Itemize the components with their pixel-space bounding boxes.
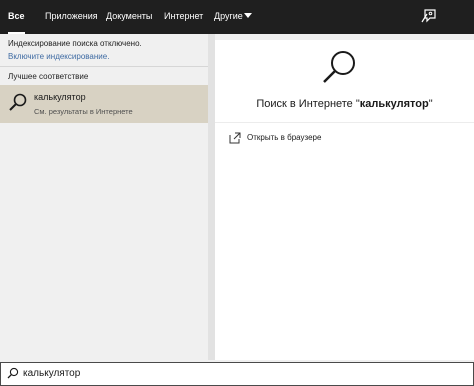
indexing-notice: Индексирование поиска отключено. Включит… (0, 34, 208, 67)
search-input[interactable] (23, 365, 453, 381)
tab-apps-label: Приложения (45, 11, 98, 21)
pane-divider (208, 34, 215, 360)
feedback-icon (421, 9, 436, 23)
search-icon (7, 367, 19, 379)
tab-internet-label: Интернет (164, 11, 204, 21)
web-search-title-prefix: Поиск в Интернете " (256, 98, 360, 110)
tab-other[interactable]: Другие (214, 0, 254, 34)
tab-other-label: Другие (214, 11, 243, 21)
best-match-item[interactable]: калькулятор См. результаты в Интернете (0, 85, 208, 123)
search-icon (9, 93, 27, 111)
web-search-title: Поиск в Интернете "калькулятор" (215, 98, 474, 110)
enable-indexing-link[interactable]: Включите индексирование. (8, 52, 109, 61)
results-pane: Индексирование поиска отключено. Включит… (0, 34, 208, 360)
tab-documents-label: Документы (106, 11, 153, 21)
chevron-down-icon (244, 13, 252, 18)
tab-documents[interactable]: Документы (106, 0, 152, 34)
search-box[interactable] (0, 362, 474, 386)
tab-internet[interactable]: Интернет (164, 0, 203, 34)
web-search-title-suffix: " (428, 98, 433, 110)
indexing-notice-text: Индексирование поиска отключено. (8, 39, 142, 48)
preview-separator (215, 122, 474, 123)
web-search-query: калькулятор (359, 98, 429, 110)
feedback-button[interactable] (421, 8, 437, 24)
best-match-subtitle: См. результаты в Интернете (34, 107, 133, 116)
tab-all[interactable]: Все (8, 0, 25, 34)
preview-pane: Поиск в Интернете "калькулятор" Открыть … (215, 40, 474, 360)
open-in-browser-icon (229, 132, 241, 144)
best-match-heading: Лучшее соответствие (8, 72, 89, 81)
best-match-title: калькулятор (34, 92, 86, 102)
web-search-icon (323, 51, 355, 83)
tab-apps[interactable]: Приложения (45, 0, 98, 34)
open-in-browser-label: Открыть в браузере (247, 133, 322, 142)
top-tab-bar: Все Приложения Документы Интернет Другие (0, 0, 474, 34)
tab-all-label: Все (8, 11, 25, 21)
